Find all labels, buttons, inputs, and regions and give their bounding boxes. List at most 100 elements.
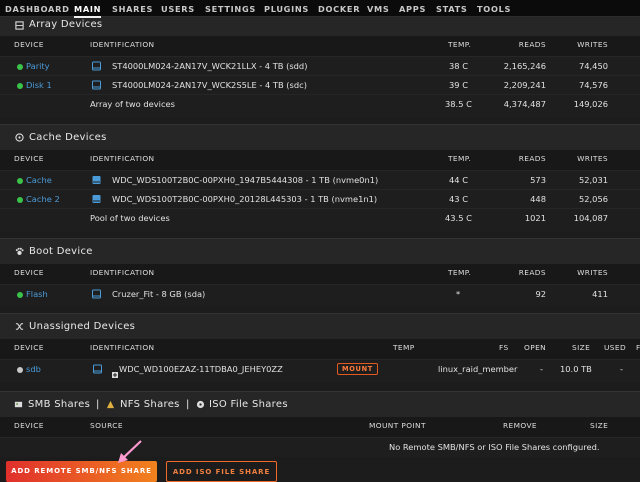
col-free: F: [636, 343, 640, 352]
col-device: DEVICE: [14, 268, 44, 277]
device-fs: linux_raid_member: [438, 364, 518, 374]
nfs-shares-title: NFS Shares: [120, 399, 180, 410]
tab-tools-label[interactable]: TOOLS: [477, 4, 511, 14]
col-reads: READS: [518, 268, 546, 277]
summary-writes: 149,026: [573, 99, 608, 109]
tab-stats-label[interactable]: STATS: [436, 4, 468, 14]
add-iso-share-button[interactable]: ADD ISO FILE SHARE: [166, 461, 277, 482]
col-device: DEVICE: [14, 154, 44, 163]
device-temp: *: [456, 289, 461, 299]
device-temp: 43 C: [449, 194, 468, 204]
col-reads: READS: [518, 40, 546, 49]
summary-reads: 4,374,487: [503, 99, 546, 109]
top-nav-overlay: DASHBOARD MAIN SHARES USERS SETTINGS PLU…: [0, 0, 640, 18]
col-temp: TEMP.: [448, 40, 472, 49]
device-link[interactable]: Parity: [26, 61, 50, 71]
ssd-icon[interactable]: [92, 194, 101, 204]
device-link[interactable]: Cache 2: [26, 194, 60, 204]
device-link[interactable]: Cache: [26, 175, 52, 185]
device-writes: 74,576: [578, 80, 608, 90]
unassigned-devices-title: Unassigned Devices: [29, 321, 136, 332]
col-identification: IDENTIFICATION: [90, 343, 155, 352]
cache-devices-section-title: Cache Devices: [0, 124, 640, 150]
device-reads: 2,165,246: [503, 61, 546, 71]
col-writes: WRITES: [577, 268, 608, 277]
array-table-header: DEVICE IDENTIFICATION TEMP. READS WRITES: [0, 36, 640, 56]
boot-device-section-title: Boot Device: [0, 238, 640, 264]
unassigned-devices-section-title: Unassigned Devices: [0, 313, 640, 339]
table-row: Cache WDC_WDS100T2B0C-00PXH0_1947B544430…: [0, 170, 640, 189]
col-source: SOURCE: [90, 421, 123, 430]
tab-apps-label[interactable]: APPS: [399, 4, 426, 14]
summary-writes: 104,087: [573, 213, 608, 223]
boot-device-title: Boot Device: [29, 246, 93, 257]
pointer-arrow-icon: [118, 440, 142, 463]
tab-shares-label[interactable]: SHARES: [112, 4, 153, 14]
status-online-icon: [17, 197, 23, 203]
iso-disc-icon: [196, 400, 205, 409]
table-row: Disk 1 ST4000LM024-2AN17V_WCK2S5LE - 4 T…: [0, 75, 640, 94]
device-identification: ST4000LM024-2AN17V_WCK21LLX - 4 TB (sdd): [112, 61, 308, 71]
shuffle-icon: [15, 323, 24, 330]
cache-devices-title: Cache Devices: [29, 132, 107, 143]
col-identification: IDENTIFICATION: [90, 40, 155, 49]
device-open: -: [540, 364, 543, 374]
table-row: Parity ST4000LM024-2AN17V_WCK21LLX - 4 T…: [0, 56, 640, 75]
device-link[interactable]: Flash: [26, 289, 48, 299]
device-used: -: [620, 364, 623, 374]
tab-users-label[interactable]: USERS: [161, 4, 195, 14]
title-separator: |: [96, 399, 100, 410]
col-fs: FS: [499, 343, 509, 352]
status-idle-icon: [17, 367, 23, 373]
device-identification: WDC_WDS100T2B0C-00PXH0_1947B5444308 - 1 …: [112, 175, 379, 185]
summary-temp: 43.5 C: [445, 213, 472, 223]
col-temp: TEMP.: [448, 268, 472, 277]
shares-section-title: SMB Shares | NFS Shares | ISO File Share…: [0, 391, 640, 417]
device-temp: 44 C: [449, 175, 468, 185]
device-writes: 411: [592, 289, 608, 299]
cache-disc-icon: [15, 133, 24, 142]
hard-disk-icon[interactable]: [92, 80, 101, 90]
status-online-icon: [17, 83, 23, 89]
summary-temp: 38.5 C: [445, 99, 472, 109]
col-identification: IDENTIFICATION: [90, 268, 155, 277]
expand-plus-icon[interactable]: [112, 372, 118, 378]
tab-dashboard-label[interactable]: DASHBOARD: [5, 4, 70, 14]
tab-docker-label[interactable]: DOCKER: [318, 4, 360, 14]
status-online-icon: [17, 64, 23, 70]
tab-vms-label[interactable]: VMS: [367, 4, 389, 14]
col-temp: TEMP.: [448, 154, 472, 163]
usb-drive-icon[interactable]: [92, 289, 101, 299]
device-temp: 39 C: [449, 80, 468, 90]
table-row: Flash Cruzer_Fit - 8 GB (sda) * 92 411: [0, 284, 640, 306]
device-link[interactable]: sdb: [26, 364, 41, 374]
status-online-icon: [17, 292, 23, 298]
summary-label: Pool of two devices: [90, 213, 170, 223]
paw-icon: [15, 247, 24, 256]
tab-settings-label[interactable]: SETTINGS: [205, 4, 256, 14]
summary-row: Array of two devices 38.5 C 4,374,487 14…: [0, 94, 640, 118]
device-writes: 52,056: [578, 194, 608, 204]
tab-plugins-label[interactable]: PLUGINS: [264, 4, 309, 14]
col-open: OPEN: [524, 343, 547, 352]
summary-label: Array of two devices: [90, 99, 175, 109]
mount-button[interactable]: MOUNT: [337, 363, 378, 375]
hard-disk-icon[interactable]: [93, 364, 102, 374]
device-link[interactable]: Disk 1: [26, 80, 52, 90]
col-writes: WRITES: [577, 40, 608, 49]
shares-table-header: DEVICE SOURCE MOUNT POINT REMOVE SIZE: [0, 417, 640, 437]
ssd-icon[interactable]: [92, 175, 101, 185]
device-identification: WDC_WDS100T2B0C-00PXH0_20128L445303 - 1 …: [112, 194, 378, 204]
nfs-share-icon: [106, 400, 115, 409]
cache-table-header: DEVICE IDENTIFICATION TEMP. READS WRITES: [0, 150, 640, 170]
col-identification: IDENTIFICATION: [90, 154, 155, 163]
tab-main-label[interactable]: MAIN: [74, 4, 102, 18]
col-remove: REMOVE: [503, 421, 537, 430]
summary-row: Pool of two devices 43.5 C 1021 104,087: [0, 208, 640, 232]
col-used: USED: [604, 343, 627, 352]
col-mount-point: MOUNT POINT: [369, 421, 426, 430]
hard-disk-icon[interactable]: [92, 61, 101, 71]
col-writes: WRITES: [577, 154, 608, 163]
device-writes: 74,450: [578, 61, 608, 71]
device-reads: 573: [530, 175, 546, 185]
